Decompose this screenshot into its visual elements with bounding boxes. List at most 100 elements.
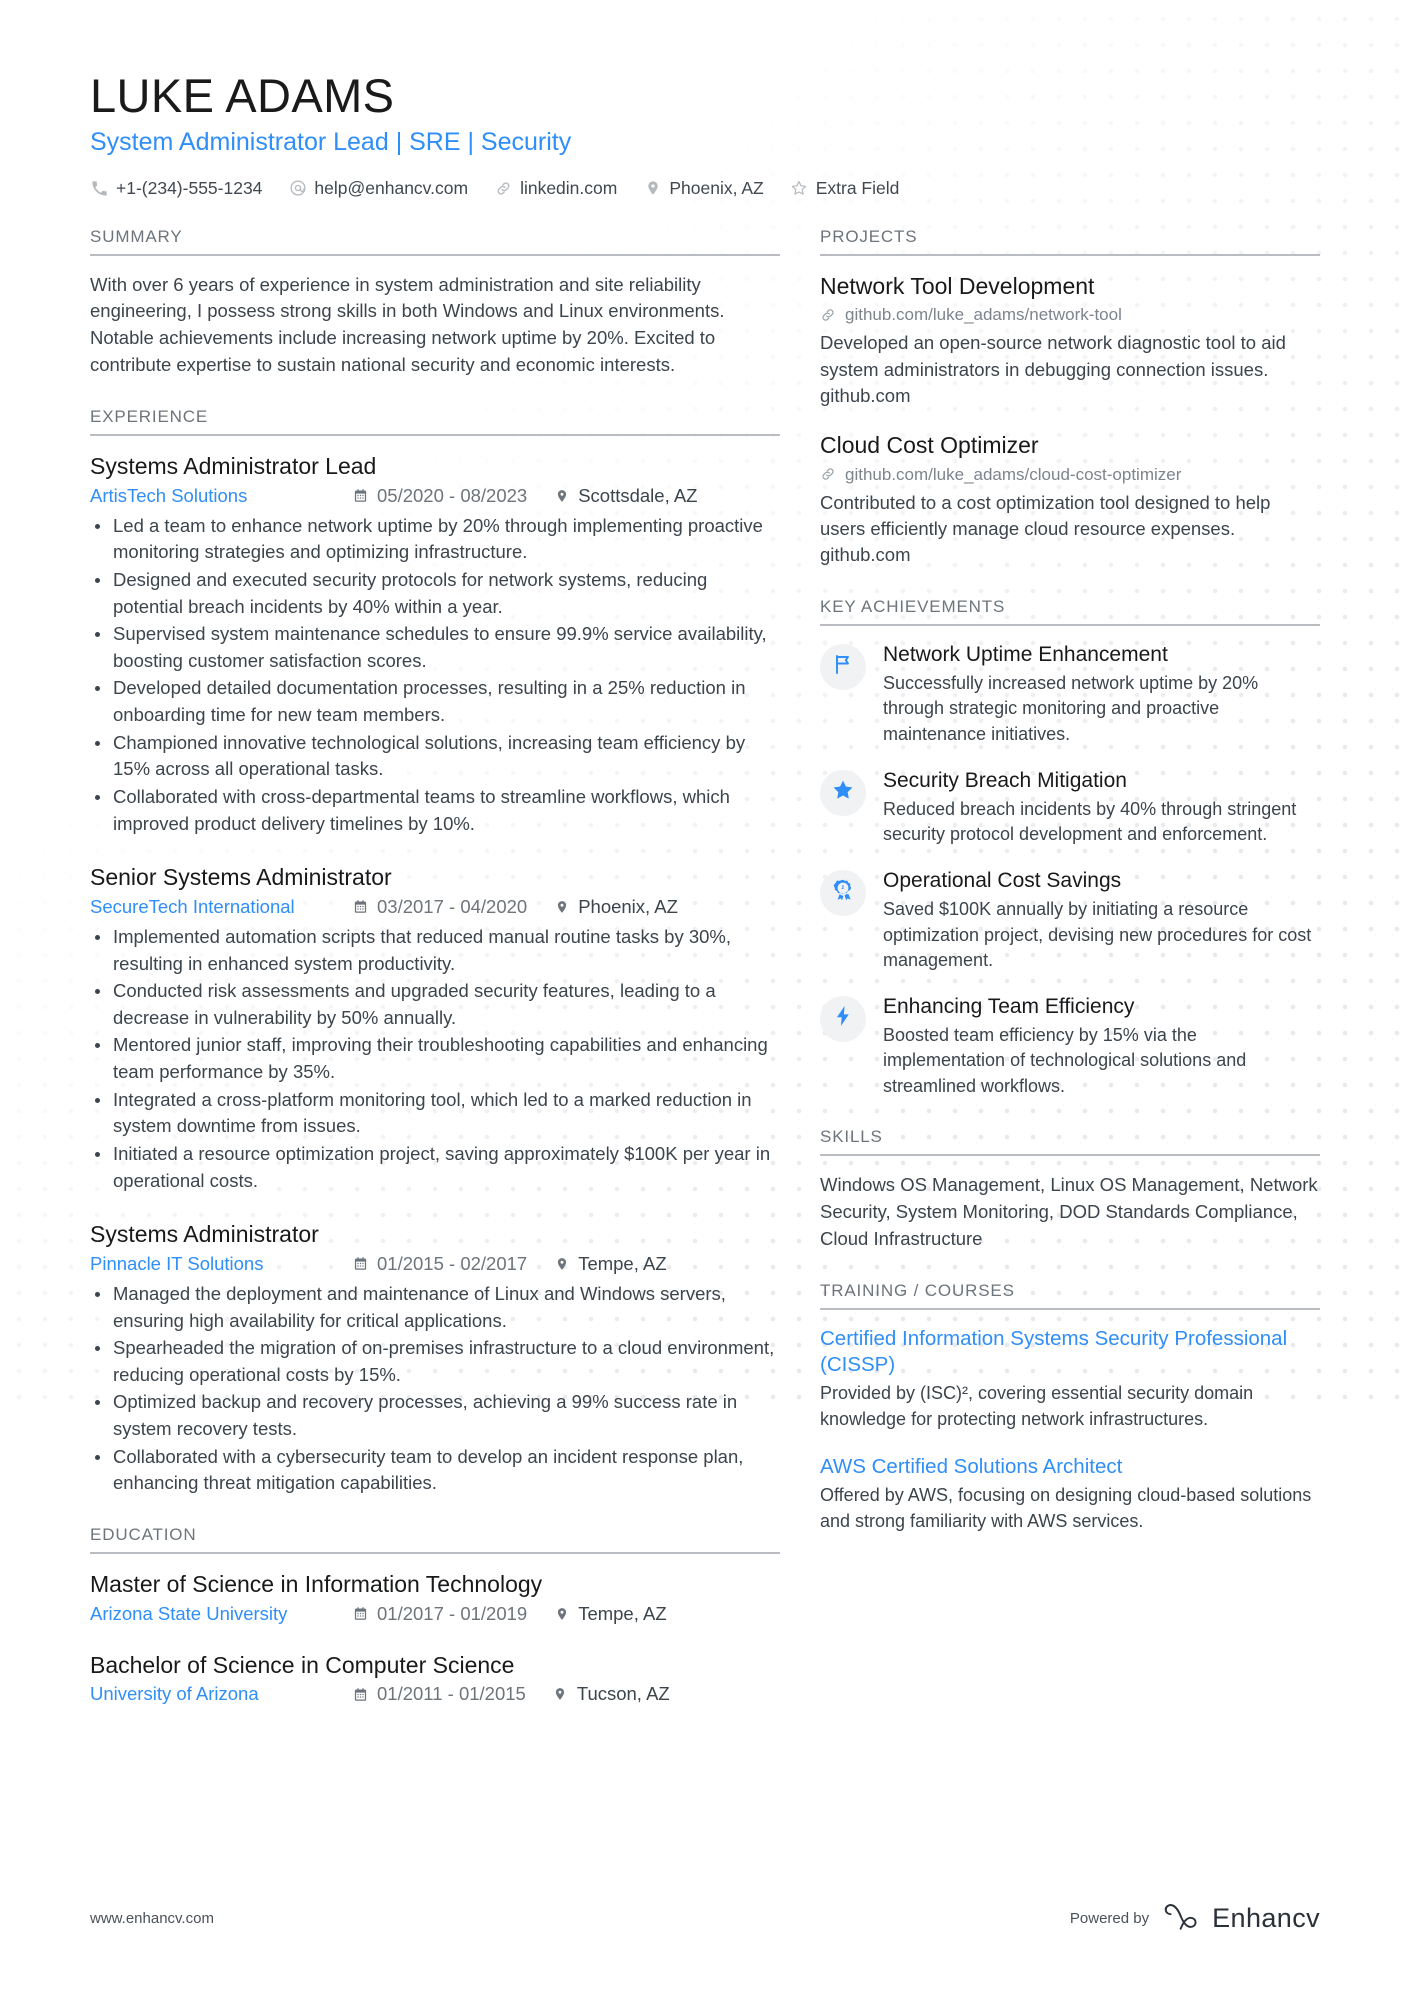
location-icon	[553, 1605, 570, 1622]
education-dates: 01/2011 - 01/2015	[352, 1683, 526, 1705]
section-title-summary: SUMMARY	[90, 226, 183, 246]
education-entry: Bachelor of Science in Computer Science …	[90, 1651, 780, 1706]
enhancv-wordmark: Enhancv	[1212, 1903, 1320, 1933]
experience-company[interactable]: ArtisTech Solutions	[90, 485, 352, 507]
contact-location[interactable]: Phoenix, AZ	[643, 177, 764, 199]
experience-location: Tempe, AZ	[553, 1253, 667, 1275]
contact-location-label: Phoenix, AZ	[669, 177, 764, 198]
project-entry: Network Tool Development github.com/luke…	[820, 272, 1320, 410]
course-entry: Certified Information Systems Security P…	[820, 1326, 1320, 1432]
course-entry: AWS Certified Solutions Architect Offere…	[820, 1454, 1320, 1534]
achievement-body: Network Uptime Enhancement Successfully …	[883, 642, 1320, 748]
list-item: Supervised system maintenance schedules …	[90, 621, 780, 674]
resume-page: LUKE ADAMS System Administrator Lead | S…	[0, 0, 1410, 1995]
location-icon	[553, 487, 570, 504]
achievement-badge	[820, 869, 866, 916]
education-degree: Bachelor of Science in Computer Science	[90, 1651, 515, 1678]
course-description: Provided by (ISC)², covering essential s…	[820, 1382, 1254, 1429]
section-title-training: TRAINING / COURSES	[820, 1280, 1015, 1300]
achievement-badge	[820, 643, 866, 690]
achievement-body: Enhancing Team Efficiency Boosted team e…	[883, 994, 1320, 1100]
section-experience: EXPERIENCE Systems Administrator Lead Ar…	[90, 407, 780, 1497]
education-location-label: Tempe, AZ	[578, 1602, 667, 1624]
calendar-icon	[352, 1686, 369, 1703]
list-item: Spearheaded the migration of on-premises…	[90, 1335, 780, 1388]
contact-email[interactable]: help@enhancv.com	[288, 178, 468, 199]
experience-company[interactable]: Pinnacle IT Solutions	[90, 1253, 352, 1275]
email-icon	[288, 179, 307, 198]
experience-job-title: Systems Administrator	[90, 1221, 319, 1248]
section-title-skills: SKILLS	[820, 1127, 883, 1147]
project-link[interactable]: github.com/luke_adams/cloud-cost-optimiz…	[820, 465, 1320, 485]
contact-extra-field[interactable]: Extra Field	[790, 177, 900, 199]
list-item: Mentored junior staff, improving their t…	[90, 1032, 780, 1085]
section-divider	[90, 433, 780, 436]
achievement-body: Security Breach Mitigation Reduced breac…	[883, 768, 1320, 848]
achievement-title: Operational Cost Savings	[883, 868, 1122, 892]
contact-linkedin-label: linkedin.com	[520, 177, 618, 198]
list-item: Conducted risk assessments and upgraded …	[90, 978, 780, 1031]
list-item: Led a team to enhance network uptime by …	[90, 513, 780, 566]
course-description: Offered by AWS, focusing on designing cl…	[820, 1485, 1312, 1531]
experience-job-title: Systems Administrator Lead	[90, 452, 377, 479]
experience-meta: Pinnacle IT Solutions 01/2015 - 02/2017	[90, 1253, 780, 1275]
achievement-description: Saved $100K annually by initiating a res…	[883, 899, 1312, 971]
section-skills: SKILLS Windows OS Management, Linux OS M…	[820, 1127, 1320, 1252]
summary-text: With over 6 years of experience in syste…	[90, 273, 725, 376]
achievement-item: Enhancing Team Efficiency Boosted team e…	[820, 994, 1320, 1100]
contact-email-label: help@enhancv.com	[314, 177, 469, 198]
course-title[interactable]: AWS Certified Solutions Architect	[820, 1454, 1320, 1480]
section-title-projects: PROJECTS	[820, 226, 918, 246]
experience-dates-label: 01/2015 - 02/2017	[377, 1252, 528, 1274]
achievement-body: Operational Cost Savings Saved $100K ann…	[883, 868, 1320, 974]
phone-icon	[90, 179, 109, 198]
list-item: Championed innovative technological solu…	[90, 730, 780, 783]
experience-company[interactable]: SecureTech International	[90, 896, 352, 918]
education-degree: Master of Science in Information Technol…	[90, 1570, 543, 1597]
resume-header: LUKE ADAMS System Administrator Lead | S…	[90, 69, 1320, 199]
course-title[interactable]: Certified Information Systems Security P…	[820, 1326, 1320, 1378]
location-icon	[643, 179, 662, 198]
experience-location: Phoenix, AZ	[553, 896, 678, 918]
education-school[interactable]: Arizona State University	[90, 1603, 352, 1625]
education-location-label: Tucson, AZ	[576, 1683, 670, 1705]
section-divider	[820, 253, 1320, 256]
footer-url[interactable]: www.enhancv.com	[90, 1910, 214, 1927]
headline: System Administrator Lead | SRE | Securi…	[90, 127, 572, 156]
project-title: Network Tool Development	[820, 272, 1095, 299]
experience-entry: Systems Administrator Pinnacle IT Soluti…	[90, 1220, 780, 1497]
achievement-description: Boosted team efficiency by 15% via the i…	[883, 1024, 1247, 1096]
section-training-courses: TRAINING / COURSES Certified Information…	[820, 1281, 1320, 1534]
achievement-description: Reduced breach incidents by 40% through …	[883, 798, 1297, 845]
enhancv-logo: Enhancv	[1163, 1902, 1320, 1935]
project-entry: Cloud Cost Optimizer github.com/luke_ada…	[820, 431, 1320, 569]
section-divider	[90, 1551, 780, 1554]
page-title: LUKE ADAMS	[90, 69, 395, 122]
education-entry: Master of Science in Information Technol…	[90, 1570, 780, 1625]
experience-bullets: Managed the deployment and maintenance o…	[90, 1281, 780, 1497]
education-dates-label: 01/2011 - 01/2015	[377, 1683, 526, 1705]
experience-location-label: Phoenix, AZ	[578, 895, 678, 917]
skills-text: Windows OS Management, Linux OS Manageme…	[820, 1174, 1318, 1250]
education-dates-label: 01/2017 - 01/2019	[377, 1602, 528, 1624]
contact-extra-field-label: Extra Field	[815, 177, 900, 198]
experience-meta: ArtisTech Solutions 05/2020 - 08/2023 Sc…	[90, 485, 780, 507]
experience-entry: Senior Systems Administrator SecureTech …	[90, 863, 780, 1194]
contact-linkedin[interactable]: linkedin.com	[494, 178, 617, 199]
project-description: Contributed to a cost optimization tool …	[820, 491, 1271, 566]
list-item: Developed detailed documentation process…	[90, 675, 780, 728]
link-icon	[494, 179, 513, 198]
achievement-item: Operational Cost Savings Saved $100K ann…	[820, 868, 1320, 974]
contact-phone-label: +1-(234)-555-1234	[116, 177, 263, 198]
list-item: Collaborated with cross-departmental tea…	[90, 784, 780, 837]
contact-phone[interactable]: +1-(234)-555-1234	[90, 178, 262, 199]
experience-entry: Systems Administrator Lead ArtisTech Sol…	[90, 452, 780, 837]
experience-meta: SecureTech International 03/2017 - 04/20…	[90, 896, 780, 918]
list-item: Integrated a cross-platform monitoring t…	[90, 1087, 780, 1140]
education-location: Tempe, AZ	[553, 1602, 667, 1625]
education-school[interactable]: University of Arizona	[90, 1683, 352, 1705]
location-icon	[552, 1686, 569, 1703]
powered-by-label: Powered by	[1069, 1910, 1150, 1927]
project-link[interactable]: github.com/luke_adams/network-tool	[820, 305, 1320, 325]
list-item: Initiated a resource optimization projec…	[90, 1141, 780, 1194]
